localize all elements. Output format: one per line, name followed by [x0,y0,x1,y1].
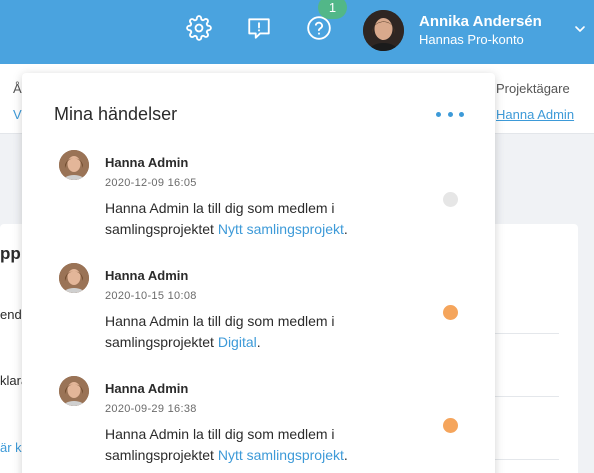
event-author: Hanna Admin [105,268,189,283]
user-avatar-image [363,10,404,51]
unread-status-dot[interactable] [443,418,458,433]
project-link[interactable]: Nytt samlingsprojekt [218,447,344,463]
user-name[interactable]: Annika Andersén [419,13,542,30]
popover-title: Mina händelser [54,104,178,124]
project-link[interactable]: Digital [218,334,257,350]
card-heading-fragment: pp [0,244,21,263]
author-avatar [59,263,89,293]
event-timestamp: 2020-10-15 10:08 [105,290,197,302]
event-item[interactable]: Hanna Admin 2020-09-29 16:38 Hanna Admin… [22,376,495,473]
gear-icon [186,15,212,41]
divider [495,459,559,460]
user-avatar[interactable] [363,10,404,51]
info-label-fragment: Å [13,81,22,96]
event-author: Hanna Admin [105,155,189,170]
more-horizontal-icon [436,111,441,117]
events-popover: Mina händelser Hanna Admin 2020-12-09 16… [22,73,495,473]
event-text: Hanna Admin la till dig som medlem i sam… [105,426,348,463]
event-timestamp: 2020-09-29 16:38 [105,403,197,415]
event-author: Hanna Admin [105,381,189,396]
chevron-down-icon[interactable] [573,22,587,36]
divider [495,396,559,397]
project-owner-link[interactable]: Hanna Admin [496,107,574,122]
card-link-fragment[interactable]: är kl [0,440,25,455]
more-options-button[interactable] [436,109,464,119]
more-horizontal-icon [447,111,453,117]
event-item[interactable]: Hanna Admin 2020-10-15 10:08 Hanna Admin… [22,263,495,373]
author-avatar [59,150,89,180]
more-horizontal-icon [459,111,464,117]
author-avatar [59,376,89,406]
event-timestamp: 2020-12-09 16:05 [105,177,197,189]
event-text: Hanna Admin la till dig som medlem i sam… [105,200,348,237]
feedback-icon [248,18,270,39]
notification-count-badge: 1 [318,0,347,19]
event-text: Hanna Admin la till dig som medlem i sam… [105,313,335,350]
project-link[interactable]: Nytt samlingsprojekt [218,221,344,237]
project-owner-label: Projektägare [496,81,570,96]
read-status-dot[interactable] [443,192,458,207]
event-item[interactable]: Hanna Admin 2020-12-09 16:05 Hanna Admin… [22,150,495,260]
settings-button[interactable] [185,14,213,42]
user-account-name[interactable]: Hannas Pro-konto [419,32,524,47]
feedback-button[interactable] [245,14,273,42]
info-value-fragment[interactable]: V [13,107,22,122]
divider [495,333,559,334]
unread-status-dot[interactable] [443,305,458,320]
top-bar: 1 Annika Andersén Hannas Pro-konto [0,0,594,64]
